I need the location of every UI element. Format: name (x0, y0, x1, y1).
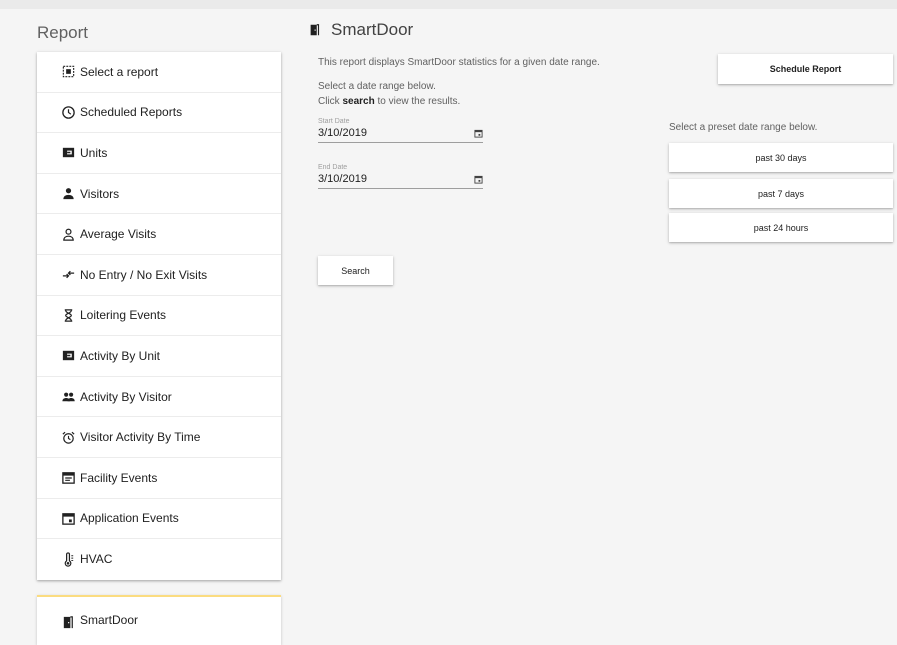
start-date-field: Start Date (318, 118, 483, 143)
end-date-label: End Date (318, 164, 348, 171)
sidebar-item-activity-by-unit[interactable]: Activity By Unit (37, 336, 281, 377)
schedule-report-button[interactable]: Schedule Report (718, 54, 893, 84)
door-icon (59, 613, 77, 631)
hourglass-icon (59, 306, 77, 324)
sidebar-item-label: Select a report (80, 64, 159, 79)
sidebar-item-label: Activity By Unit (80, 348, 161, 363)
sidebar-item-units[interactable]: Units (37, 133, 281, 174)
sidebar-item-hvac[interactable]: HVAC (37, 539, 281, 580)
sidebar-item-label: Units (80, 145, 108, 160)
preset-past-24-hours-button[interactable]: past 24 hours (669, 213, 893, 242)
person-icon (59, 185, 77, 203)
report-select-icon (59, 63, 77, 81)
thermometer-icon (59, 550, 77, 568)
end-date-field: End Date (318, 164, 483, 189)
person-outline-icon (59, 225, 77, 243)
sidebar-item-facility-events[interactable]: Facility Events (37, 458, 281, 499)
sidebar-item-label: Visitors (80, 186, 120, 201)
page-title-text: SmartDoor (331, 20, 414, 39)
sidebar-item-label: Average Visits (80, 227, 157, 242)
sidebar-item-label: SmartDoor (80, 613, 139, 627)
sidebar-item-visitors[interactable]: Visitors (37, 174, 281, 215)
sidebar-item-loitering-events[interactable]: Loitering Events (37, 296, 281, 337)
sidebar-item-label: Facility Events (80, 470, 158, 485)
calendar-note-icon (59, 469, 77, 487)
alarm-clock-icon (59, 428, 77, 446)
sidebar-title: Report (37, 23, 89, 42)
start-date-label: Start Date (318, 118, 350, 125)
sidebar-item-select-report[interactable]: Select a report (37, 52, 281, 93)
calendar-icon[interactable] (474, 129, 483, 138)
clock-icon (59, 103, 77, 121)
unit-icon (59, 144, 77, 162)
sidebar-item-label: Scheduled Reports (80, 105, 183, 120)
sidebar-item-visitor-activity-by-time[interactable]: Visitor Activity By Time (37, 417, 281, 458)
sidebar-item-average-visits[interactable]: Average Visits (37, 214, 281, 255)
swap-arrows-icon (59, 266, 77, 284)
hint-rest: to view the results. (374, 96, 461, 107)
sidebar-item-label: Loitering Events (80, 308, 167, 323)
calendar-icon[interactable] (474, 175, 483, 184)
sidebar-item-scheduled-reports[interactable]: Scheduled Reports (37, 93, 281, 134)
sidebar-item-label: Activity By Visitor (80, 389, 172, 404)
sidebar-item-activity-by-visitor[interactable]: Activity By Visitor (37, 377, 281, 418)
people-icon (59, 388, 77, 406)
hint-search-word: search (342, 96, 375, 107)
preset-past-7-days-button[interactable]: past 7 days (669, 179, 893, 208)
sidebar-item-label: Application Events (80, 511, 179, 526)
preset-past-30-days-button[interactable]: past 30 days (669, 143, 893, 172)
sidebar-item-label: Visitor Activity By Time (80, 430, 201, 445)
hint-click: Click (318, 96, 343, 107)
end-date-input[interactable] (318, 173, 448, 185)
date-range-hint: Select a date range below. (318, 81, 436, 92)
preset-range-hint: Select a preset date range below. (669, 122, 818, 133)
door-icon (310, 24, 320, 36)
sidebar-item-smartdoor[interactable]: SmartDoor (37, 595, 281, 645)
report-menu: Select a report Scheduled Reports Units … (37, 52, 281, 580)
search-hint: Click search to view the results. (318, 96, 460, 107)
start-date-input[interactable] (318, 127, 448, 139)
sidebar-item-no-entry-no-exit[interactable]: No Entry / No Exit Visits (37, 255, 281, 296)
calendar-icon (59, 509, 77, 527)
sidebar-item-label: No Entry / No Exit Visits (80, 267, 208, 282)
page-title: SmartDoor (308, 20, 413, 40)
top-bar (0, 0, 897, 9)
sidebar-item-label: HVAC (80, 552, 113, 567)
report-description: This report displays SmartDoor statistic… (318, 57, 600, 68)
unit-icon (59, 347, 77, 365)
sidebar-item-application-events[interactable]: Application Events (37, 499, 281, 540)
search-button[interactable]: Search (318, 256, 393, 285)
